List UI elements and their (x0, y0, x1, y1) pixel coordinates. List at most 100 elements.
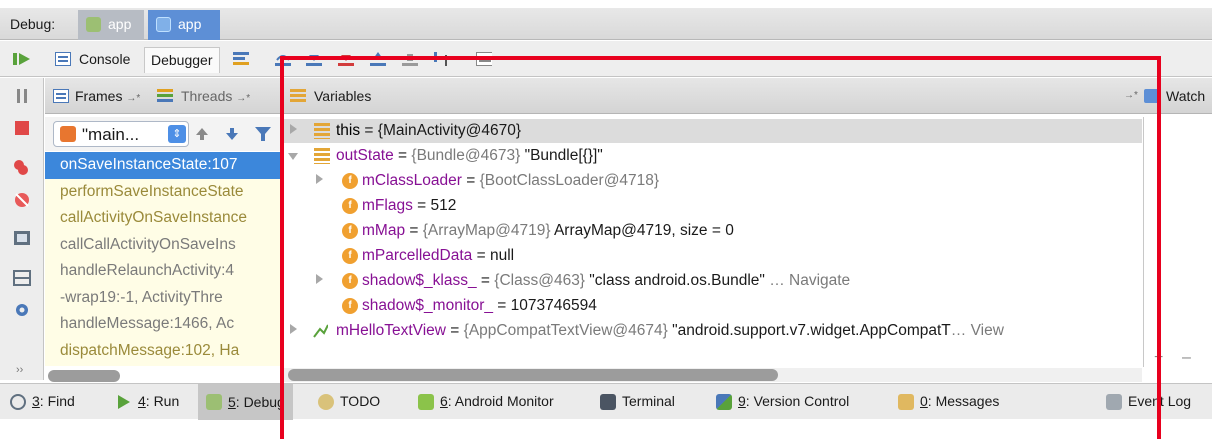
remove-watch-icon[interactable]: – (1182, 349, 1191, 367)
variables-icon (290, 89, 306, 103)
drop-frame-icon[interactable] (402, 52, 418, 66)
add-watch-icon[interactable]: + (1154, 349, 1163, 367)
show-execution-point-icon[interactable] (233, 52, 249, 66)
pin-arrow-icon: →* (1124, 90, 1138, 101)
variables-horizontal-scrollbar[interactable] (288, 369, 778, 381)
tab-frames[interactable]: Frames →* (75, 88, 140, 104)
messages-tool-button[interactable]: 0: Messages (898, 393, 999, 410)
terminal-icon (600, 394, 616, 410)
debug-side-toolbar: ›› (0, 78, 44, 380)
view-link[interactable]: … View (951, 322, 1004, 339)
tab-threads[interactable]: Threads →* (181, 88, 250, 104)
expand-arrow-icon[interactable] (290, 124, 297, 134)
view-breakpoints-icon[interactable] (12, 158, 32, 178)
get-thread-dump-icon[interactable] (12, 228, 32, 248)
more-chevron-icon[interactable]: ›› (16, 364, 23, 376)
list-item-frame[interactable]: handleMessage:1466, Ac (45, 311, 281, 338)
thread-selector-row: "main... ⇕ (45, 117, 281, 151)
debug-tool-button[interactable]: 5: Debug (198, 384, 293, 420)
field-icon: f (342, 223, 358, 239)
tree-row-mclassloader[interactable]: f mClassLoader = {BootClassLoader@4718} (282, 169, 1142, 193)
tree-row-this[interactable]: this = {MainActivity@4670} (282, 119, 1142, 143)
thread-icon (60, 126, 76, 142)
variable-icon (314, 148, 330, 164)
debug-window: Debug: app app Console Debugger ›› Frame… (0, 0, 1212, 439)
list-item-frame[interactable]: onSaveInstanceState:107 (45, 152, 281, 179)
tree-row-mparcelleddata[interactable]: f mParcelledData = null (282, 244, 1142, 268)
variables-tree: this = {MainActivity@4670} outState = {B… (282, 117, 1142, 367)
android-monitor-tool-button[interactable]: 6: Android Monitor (418, 393, 554, 410)
tab-console[interactable]: Console (55, 47, 130, 73)
expand-arrow-icon[interactable] (316, 174, 323, 184)
android-icon (418, 394, 434, 410)
pause-icon[interactable] (12, 86, 32, 106)
thread-selector[interactable]: "main... ⇕ (53, 121, 189, 147)
todo-tool-button[interactable]: TODO (318, 393, 380, 410)
todo-icon (318, 394, 334, 410)
version-control-tool-button[interactable]: 9: Version Control (716, 393, 849, 410)
run-to-cursor-icon[interactable] (434, 52, 450, 66)
find-tool-button[interactable]: 3: Find (10, 393, 75, 410)
dropdown-chevron-icon: ⇕ (168, 125, 186, 143)
navigate-link[interactable]: … Navigate (765, 272, 850, 289)
debugger-label: Debugger (151, 52, 213, 68)
stop-icon[interactable] (12, 118, 32, 138)
frames-horizontal-scrollbar[interactable] (48, 370, 120, 382)
debug-tab-label: app (178, 16, 202, 32)
force-step-into-icon[interactable] (338, 52, 354, 66)
mute-breakpoints-icon[interactable] (12, 190, 32, 210)
terminal-tool-button[interactable]: Terminal (600, 393, 675, 410)
debugger-toolbar: Console Debugger (0, 41, 1212, 77)
list-item-frame[interactable]: -wrap19:-1, ActivityThre (45, 285, 281, 312)
collapse-arrow-icon[interactable] (288, 153, 298, 160)
tree-row-mmap[interactable]: f mMap = {ArrayMap@4719} ArrayMap@4719, … (282, 219, 1142, 243)
step-into-icon[interactable] (306, 52, 322, 66)
event-log-tool-button[interactable]: Event Log (1106, 393, 1191, 410)
frames-threads-header: Frames →* Threads →* (45, 78, 281, 114)
threads-icon (157, 89, 173, 102)
field-watch-icon (313, 324, 328, 338)
debug-tab-app-2[interactable]: app (148, 10, 220, 40)
pin-arrow-icon: →* (236, 93, 251, 104)
list-item-frame[interactable]: dispatchMessage:102, Ha (45, 338, 281, 365)
list-item-frame[interactable]: callCallActivityOnSaveIns (45, 232, 281, 259)
resume-program-icon[interactable] (12, 51, 32, 67)
debug-tabbar: Debug: app app (0, 8, 1212, 40)
list-item-frame[interactable]: handleRelaunchActivity:4 (45, 258, 281, 285)
tree-row-shadow-monitor[interactable]: f shadow$_monitor_ = 1073746594 (282, 294, 1142, 318)
expand-arrow-icon[interactable] (290, 324, 297, 334)
app-icon (156, 17, 171, 32)
variable-icon (314, 123, 330, 139)
step-out-icon[interactable] (370, 52, 386, 66)
arrow-down-icon[interactable] (225, 127, 239, 141)
arrow-up-icon[interactable] (195, 127, 209, 141)
messages-icon (898, 394, 914, 410)
console-label: Console (79, 51, 131, 67)
pin-arrow-icon: →* (126, 93, 141, 104)
thread-selector-value: "main... (82, 125, 140, 144)
frames-list: onSaveInstanceState:107 performSaveInsta… (45, 152, 281, 366)
field-icon: f (342, 173, 358, 189)
expand-arrow-icon[interactable] (316, 274, 323, 284)
tab-watches[interactable]: Watch (1166, 88, 1205, 104)
tree-row-outstate[interactable]: outState = {Bundle@4673} "Bundle[{}]" (282, 144, 1142, 168)
debug-label: Debug: (10, 16, 56, 32)
evaluate-expression-icon[interactable] (476, 52, 492, 66)
tree-row-mflags[interactable]: f mFlags = 512 (282, 194, 1142, 218)
tab-debugger[interactable]: Debugger (144, 47, 220, 73)
variables-scroll-track (282, 368, 1142, 382)
debug-bug-icon (206, 394, 222, 410)
event-log-icon (1106, 394, 1122, 410)
run-tool-button[interactable]: 4: Run (116, 393, 179, 409)
list-item-frame[interactable]: callActivityOnSaveInstance (45, 205, 281, 232)
tree-row-shadow-klass[interactable]: f shadow$_klass_ = {Class@463} "class an… (282, 269, 1142, 293)
step-over-icon[interactable] (275, 52, 291, 66)
variables-header: Variables →* Watch (282, 78, 1212, 114)
restore-layout-icon[interactable] (12, 268, 32, 288)
list-item-frame[interactable]: performSaveInstanceState (45, 179, 281, 206)
tree-row-mhellotextview[interactable]: mHelloTextView = {AppCompatTextView@4674… (282, 319, 1142, 343)
filter-icon[interactable] (255, 127, 271, 141)
frames-icon (53, 89, 69, 103)
settings-gear-icon[interactable] (12, 300, 32, 320)
debug-tab-app-1[interactable]: app (78, 10, 144, 40)
